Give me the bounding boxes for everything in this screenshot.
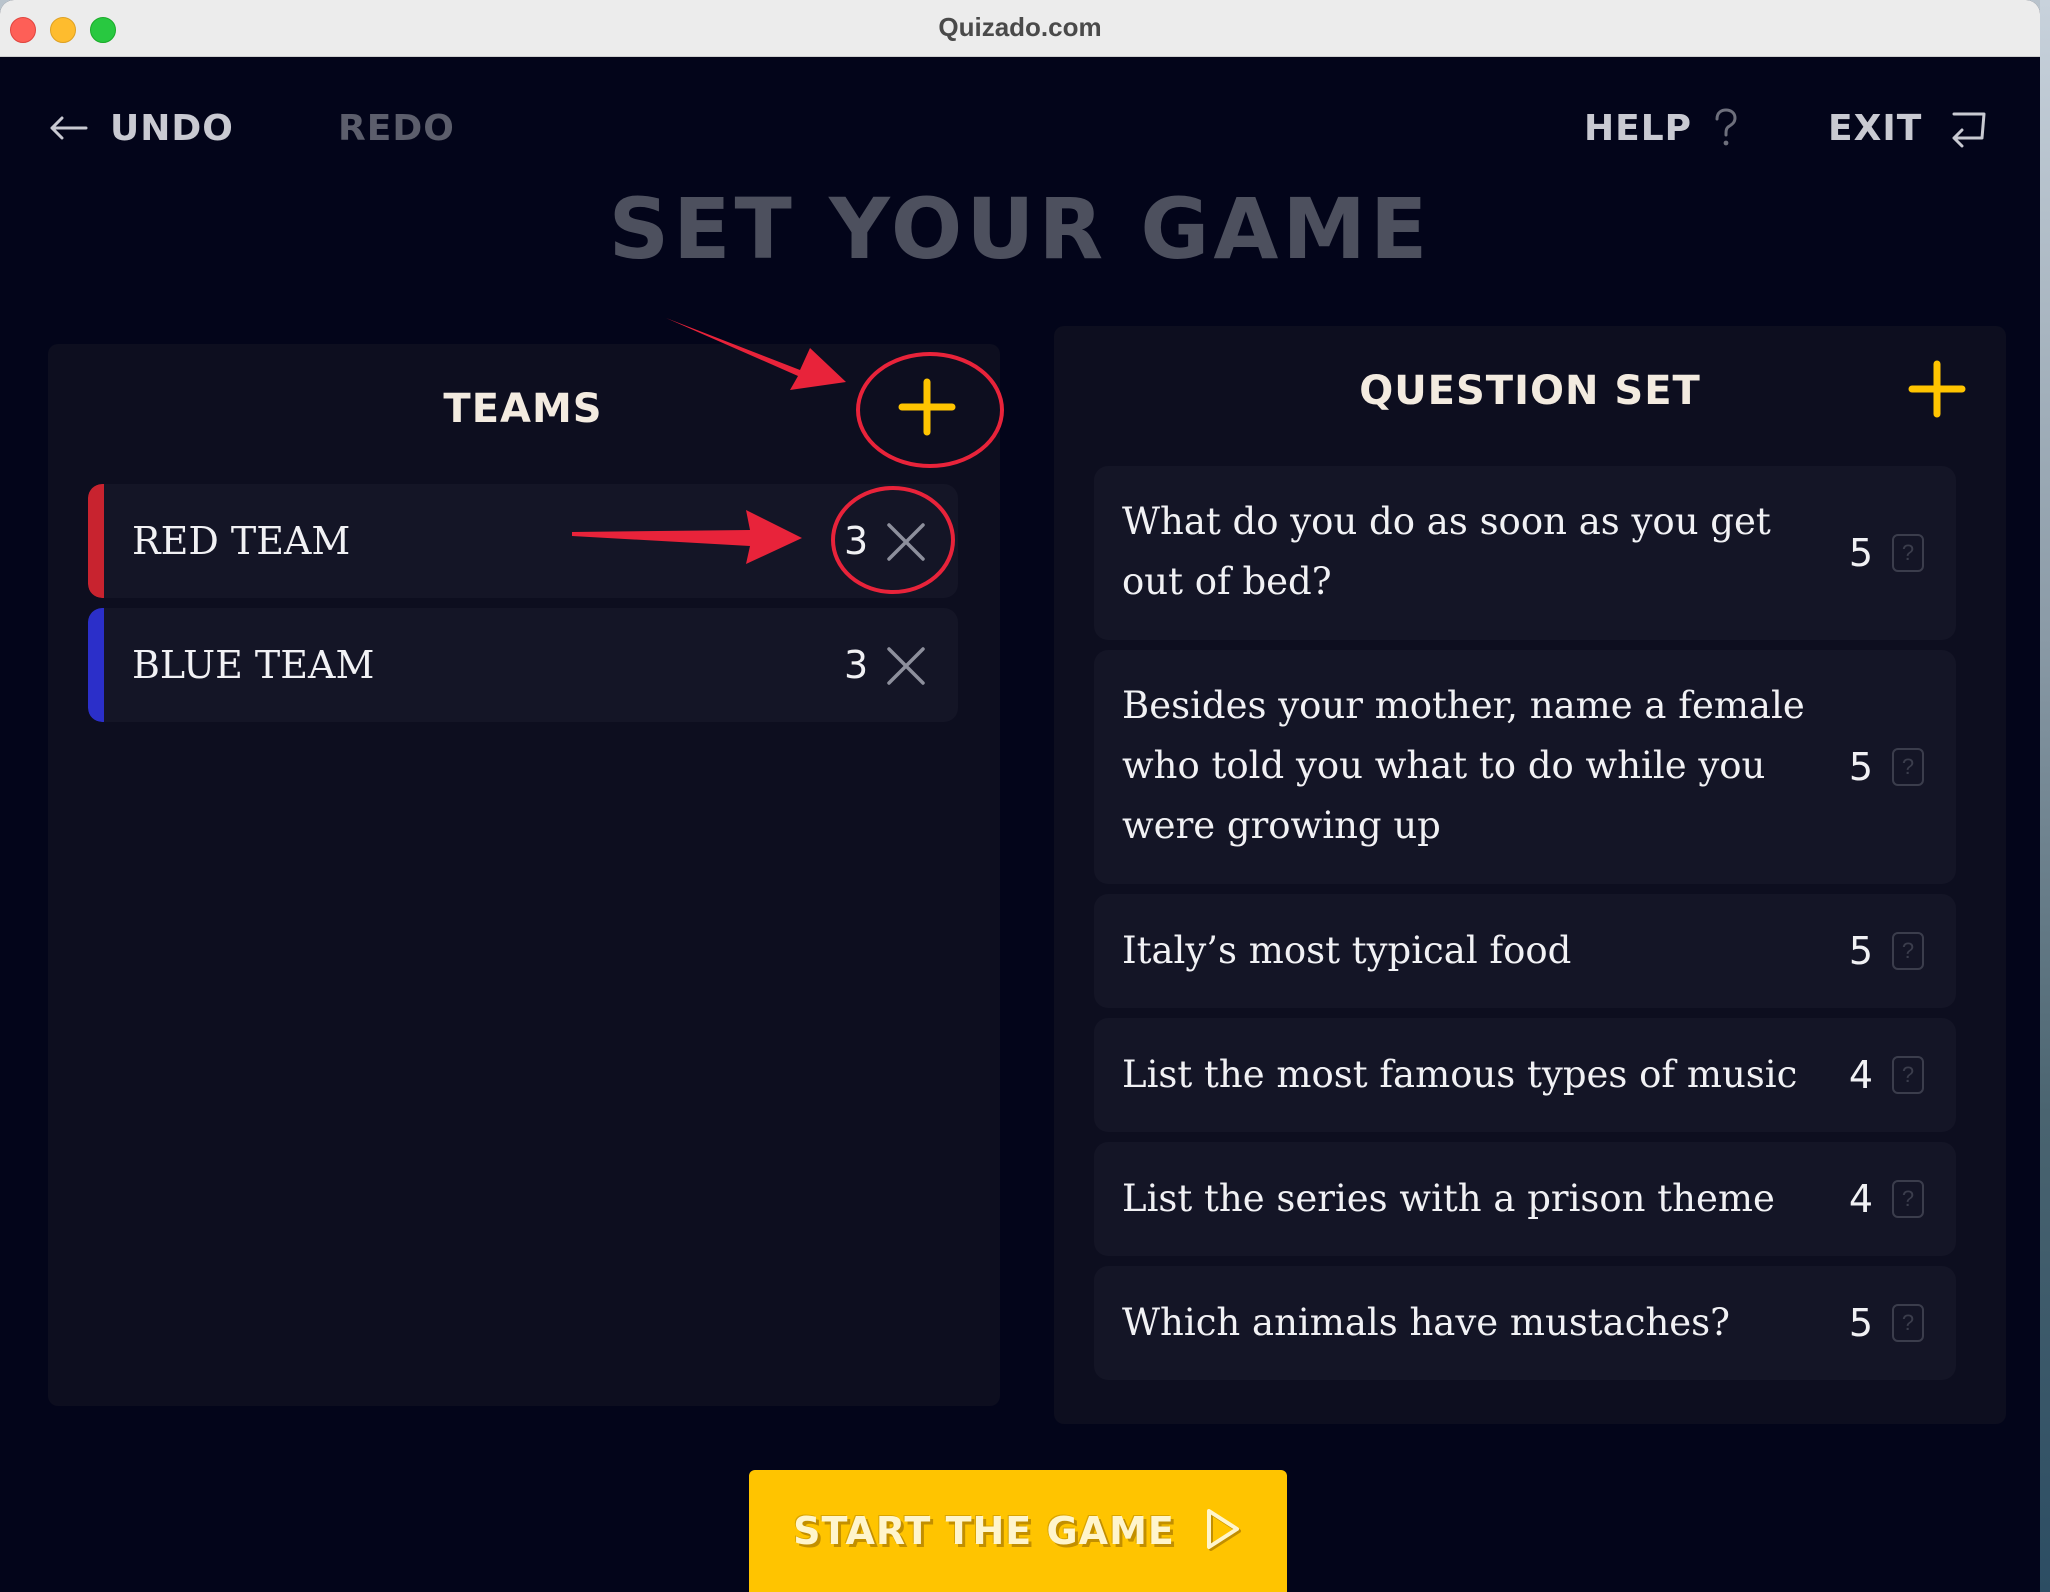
add-question-button[interactable] bbox=[1902, 354, 1972, 424]
undo-button[interactable]: UNDO bbox=[48, 100, 234, 156]
exit-icon bbox=[1948, 108, 1988, 148]
team-color-bar bbox=[88, 484, 104, 598]
question-text: What do you do as soon as you get out of… bbox=[1122, 500, 1771, 603]
question-answer-count: 5 bbox=[1848, 745, 1874, 789]
question-set-title: QUESTION SET bbox=[1359, 368, 1701, 414]
question-text: Besides your mother, name a female who t… bbox=[1122, 684, 1805, 847]
close-icon bbox=[887, 523, 925, 561]
question-row[interactable]: Which animals have mustaches? 5 ? bbox=[1094, 1266, 1956, 1380]
question-row[interactable]: Besides your mother, name a female who t… bbox=[1094, 650, 1956, 884]
team-row-blue[interactable]: BLUE TEAM 3 bbox=[88, 608, 958, 722]
team-player-count: 3 bbox=[844, 519, 869, 563]
question-answer-count: 5 bbox=[1848, 929, 1874, 973]
help-box-icon[interactable]: ? bbox=[1892, 748, 1924, 786]
remove-team-button[interactable] bbox=[886, 522, 926, 562]
help-box-icon[interactable]: ? bbox=[1892, 1180, 1924, 1218]
team-color-bar bbox=[88, 608, 104, 722]
team-name: RED TEAM bbox=[132, 519, 351, 563]
help-button[interactable]: HELP bbox=[1584, 100, 1738, 156]
question-answer-count: 5 bbox=[1848, 531, 1874, 575]
question-text: Italy’s most typical food bbox=[1122, 929, 1572, 972]
redo-label: REDO bbox=[338, 107, 455, 149]
team-name: BLUE TEAM bbox=[132, 643, 375, 687]
help-label: HELP bbox=[1584, 107, 1693, 149]
question-row[interactable]: List the series with a prison theme 4 ? bbox=[1094, 1142, 1956, 1256]
question-text: List the series with a prison theme bbox=[1122, 1177, 1775, 1220]
help-box-icon[interactable]: ? bbox=[1892, 534, 1924, 572]
page-title: SET YOUR GAME bbox=[608, 180, 1432, 278]
undo-label: UNDO bbox=[110, 107, 234, 149]
team-row-red[interactable]: RED TEAM 3 bbox=[88, 484, 958, 598]
window-titlebar: Quizado.com bbox=[0, 0, 2040, 57]
question-row[interactable]: List the most famous types of music 4 ? bbox=[1094, 1018, 1956, 1132]
exit-button[interactable]: EXIT bbox=[1828, 100, 1988, 156]
teams-title: TEAMS bbox=[443, 386, 603, 432]
help-box-icon[interactable]: ? bbox=[1892, 932, 1924, 970]
add-team-button[interactable] bbox=[892, 372, 962, 442]
question-mark-icon bbox=[1714, 108, 1738, 148]
redo-button[interactable]: REDO bbox=[338, 100, 455, 156]
question-row[interactable]: Italy’s most typical food 5 ? bbox=[1094, 894, 1956, 1008]
play-icon bbox=[1203, 1507, 1243, 1556]
desktop-background bbox=[2040, 0, 2050, 1592]
remove-team-button[interactable] bbox=[886, 646, 926, 686]
start-game-button[interactable]: START THE GAME bbox=[749, 1470, 1287, 1592]
question-text: Which animals have mustaches? bbox=[1122, 1301, 1731, 1344]
exit-label: EXIT bbox=[1828, 107, 1923, 149]
question-row[interactable]: What do you do as soon as you get out of… bbox=[1094, 466, 1956, 640]
help-box-icon[interactable]: ? bbox=[1892, 1304, 1924, 1342]
team-player-count: 3 bbox=[844, 643, 869, 687]
arrow-left-icon bbox=[48, 116, 88, 140]
start-game-label: START THE GAME bbox=[793, 1509, 1175, 1553]
question-answer-count: 4 bbox=[1848, 1177, 1874, 1221]
window-title: Quizado.com bbox=[938, 12, 1102, 42]
question-text: List the most famous types of music bbox=[1122, 1053, 1798, 1096]
help-box-icon[interactable]: ? bbox=[1892, 1056, 1924, 1094]
question-answer-count: 4 bbox=[1848, 1053, 1874, 1097]
question-answer-count: 5 bbox=[1848, 1301, 1874, 1345]
plus-icon bbox=[898, 378, 956, 436]
app-window: Quizado.com UNDO REDO HELP EXIT SET YOUR… bbox=[0, 0, 2040, 1592]
close-icon bbox=[887, 647, 925, 685]
plus-icon bbox=[1908, 360, 1966, 418]
